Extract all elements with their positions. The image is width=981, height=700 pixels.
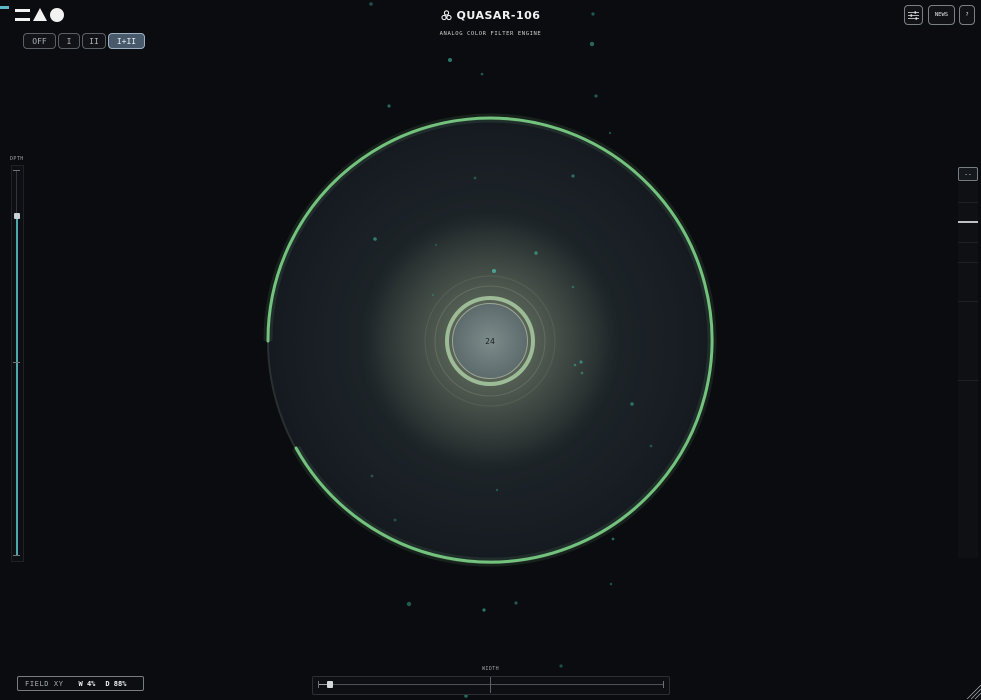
width-tick-left xyxy=(318,681,319,688)
readout-depth-value: D 88% xyxy=(105,679,127,688)
width-label: WIDTH xyxy=(482,666,500,672)
resize-grip-icon[interactable] xyxy=(966,684,981,700)
readout-width-value: W 4% xyxy=(78,679,96,688)
field-xy-readout: FIELD XY W 4% D 88% xyxy=(17,676,144,691)
width-slider-handle[interactable] xyxy=(327,681,333,688)
filter-orb-canvas: 24 xyxy=(263,2,717,698)
width-tick-right xyxy=(663,681,664,688)
width-slider[interactable] xyxy=(312,676,670,695)
readout-key: FIELD XY xyxy=(25,679,64,688)
core-value: 24 xyxy=(485,337,495,346)
width-slider-rail xyxy=(318,684,664,685)
width-center-mark xyxy=(490,677,491,693)
